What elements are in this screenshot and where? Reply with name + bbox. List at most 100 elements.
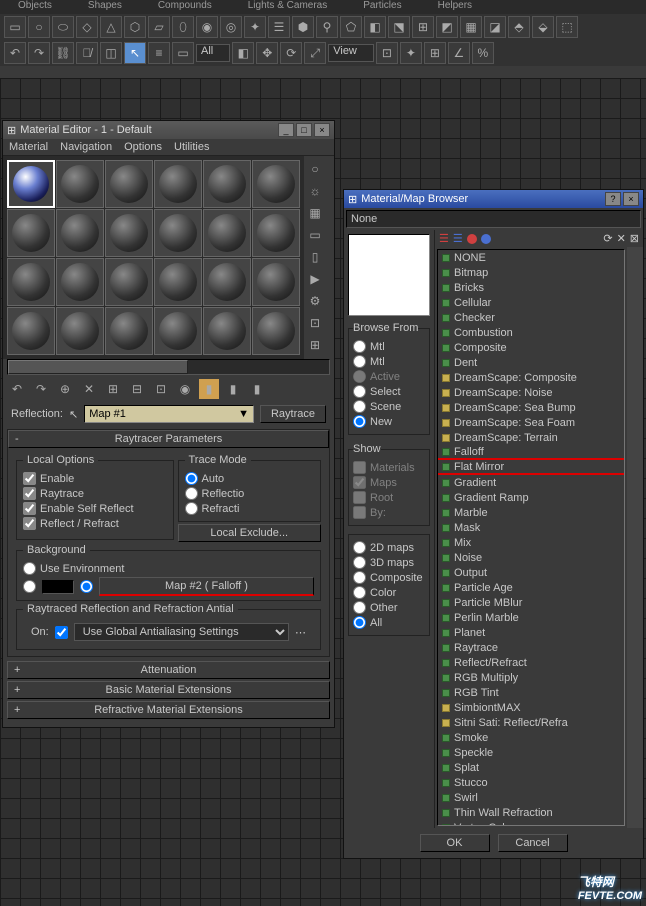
filter-color-radio[interactable]: Color: [353, 586, 425, 599]
show-materials-check[interactable]: Materials: [353, 461, 425, 474]
material-swatch[interactable]: [7, 160, 55, 208]
center-icon[interactable]: ⊡: [376, 42, 398, 64]
map-list-item[interactable]: DreamScape: Terrain: [438, 430, 624, 445]
attenuation-rollout[interactable]: +Attenuation: [7, 661, 330, 679]
prim-icon[interactable]: ◪: [484, 16, 506, 38]
mat-map-nav-icon[interactable]: ⊞: [306, 336, 324, 354]
prim-icon[interactable]: ○: [28, 16, 50, 38]
prim-icon[interactable]: ⬘: [508, 16, 530, 38]
map-list-item[interactable]: Gradient: [438, 475, 624, 490]
scale-icon[interactable]: ⤢: [304, 42, 326, 64]
map-list-item[interactable]: Perlin Marble: [438, 610, 624, 625]
map-list-item[interactable]: Mix: [438, 535, 624, 550]
bg-map-radio[interactable]: [80, 580, 93, 593]
list-scrollbar[interactable]: [627, 247, 643, 828]
filter-all-radio[interactable]: All: [353, 616, 425, 629]
map-list-item[interactable]: Vertex Color: [438, 820, 624, 826]
tab-compounds[interactable]: Compounds: [140, 0, 230, 14]
map-list-item[interactable]: Dent: [438, 355, 624, 370]
material-swatch[interactable]: [252, 258, 300, 306]
effects-icon[interactable]: ◉: [175, 379, 195, 399]
link-icon[interactable]: ⛓: [52, 42, 74, 64]
aa-settings-dropdown[interactable]: Use Global Antialiasing Settings: [74, 623, 289, 641]
view-large-icon[interactable]: [481, 234, 491, 244]
prim-icon[interactable]: ☰: [268, 16, 290, 38]
material-swatch[interactable]: [154, 307, 202, 355]
filter-2d-radio[interactable]: 2D maps: [353, 541, 425, 554]
refraction-radio[interactable]: Refracti: [185, 502, 315, 515]
map-list-item[interactable]: Splat: [438, 760, 624, 775]
map-list-item[interactable]: Bricks: [438, 280, 624, 295]
go-parent-icon[interactable]: ▮: [223, 379, 243, 399]
sample-uv-icon[interactable]: ▭: [306, 226, 324, 244]
enable-checkbox[interactable]: Enable: [23, 472, 167, 485]
map-list-item[interactable]: Reflect/Refract: [438, 655, 624, 670]
material-swatch[interactable]: [105, 160, 153, 208]
select-name-icon[interactable]: ≡: [148, 42, 170, 64]
material-swatch[interactable]: [252, 209, 300, 257]
material-swatch[interactable]: [7, 307, 55, 355]
reflection-map-dropdown[interactable]: Map #1▼: [84, 405, 254, 423]
view-list-icon[interactable]: ☰: [439, 232, 449, 245]
cancel-button[interactable]: Cancel: [498, 834, 568, 852]
put-to-scene-icon[interactable]: ↷: [31, 379, 51, 399]
browse-mtl-radio[interactable]: Mtl: [353, 340, 425, 353]
tab-shapes[interactable]: Shapes: [70, 0, 140, 14]
material-swatch[interactable]: [203, 307, 251, 355]
map-list-item[interactable]: DreamScape: Composite: [438, 370, 624, 385]
map-list-item[interactable]: Flat Mirror: [438, 460, 624, 475]
material-swatch[interactable]: [56, 258, 104, 306]
material-swatch[interactable]: [154, 258, 202, 306]
assign-icon[interactable]: ⊕: [55, 379, 75, 399]
ok-button[interactable]: OK: [420, 834, 490, 852]
material-swatch[interactable]: [105, 258, 153, 306]
material-swatch[interactable]: [203, 209, 251, 257]
minimize-button[interactable]: _: [278, 123, 294, 137]
maximize-button[interactable]: □: [296, 123, 312, 137]
local-exclude-button[interactable]: Local Exclude...: [178, 524, 322, 542]
prim-icon[interactable]: ⬠: [340, 16, 362, 38]
map-list-item[interactable]: Output: [438, 565, 624, 580]
material-swatch[interactable]: [252, 307, 300, 355]
material-swatch[interactable]: [7, 209, 55, 257]
help-button[interactable]: ?: [605, 192, 621, 206]
refractive-ext-rollout[interactable]: +Refractive Material Extensions: [7, 701, 330, 719]
map-list-item[interactable]: NONE: [438, 250, 624, 265]
delete-icon[interactable]: ✕: [617, 232, 626, 245]
show-root-check[interactable]: Root: [353, 491, 425, 504]
close-button[interactable]: ×: [314, 123, 330, 137]
reflection-type-button[interactable]: Raytrace: [260, 405, 326, 423]
auto-radio[interactable]: Auto: [185, 472, 315, 485]
map-list-item[interactable]: Thin Wall Refraction: [438, 805, 624, 820]
tab-objects[interactable]: Objects: [0, 0, 70, 14]
browse-new-radio[interactable]: New: [353, 415, 425, 428]
prim-icon[interactable]: ⬚: [556, 16, 578, 38]
map-list-item[interactable]: Smoke: [438, 730, 624, 745]
material-swatch[interactable]: [154, 209, 202, 257]
map-list-item[interactable]: Particle MBlur: [438, 595, 624, 610]
menu-material[interactable]: Material: [9, 141, 48, 153]
map-list-item[interactable]: Stucco: [438, 775, 624, 790]
select-region-icon[interactable]: ▭: [172, 42, 194, 64]
refcoord-dropdown[interactable]: View: [328, 44, 374, 62]
tab-helpers[interactable]: Helpers: [420, 0, 490, 14]
map-list[interactable]: NONEBitmapBricksCellularCheckerCombustio…: [437, 249, 625, 826]
self-reflect-checkbox[interactable]: Enable Self Reflect: [23, 502, 167, 515]
map-list-item[interactable]: SimbiontMAX: [438, 700, 624, 715]
aa-on-checkbox[interactable]: [55, 626, 68, 639]
view-small-icon[interactable]: [467, 234, 477, 244]
swatch-scrollbar[interactable]: [7, 359, 330, 375]
tab-lights[interactable]: Lights & Cameras: [230, 0, 345, 14]
prim-icon[interactable]: △: [100, 16, 122, 38]
material-swatch[interactable]: [105, 209, 153, 257]
menu-navigation[interactable]: Navigation: [60, 141, 112, 153]
map-browser-titlebar[interactable]: ⊞ Material/Map Browser ? ×: [344, 190, 643, 208]
manip-icon[interactable]: ✦: [400, 42, 422, 64]
material-swatch[interactable]: [105, 307, 153, 355]
update-icon[interactable]: ⟳: [603, 232, 612, 245]
prim-icon[interactable]: ⊞: [412, 16, 434, 38]
reset-icon[interactable]: ✕: [79, 379, 99, 399]
map-list-item[interactable]: Speckle: [438, 745, 624, 760]
select-icon[interactable]: ↖: [124, 42, 146, 64]
bind-icon[interactable]: ◫: [100, 42, 122, 64]
